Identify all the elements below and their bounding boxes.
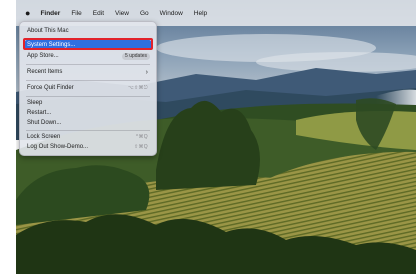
menu-item-shut-down[interactable]: Shut Down... [25, 118, 151, 128]
menu-item-log-out[interactable]: Log Out Show-Demo... ⇧⌘Q [25, 142, 151, 152]
menu-item-label: Recent Items [27, 69, 63, 75]
menu-item-label: Restart... [27, 110, 52, 116]
menu-separator [26, 96, 150, 97]
menu-item-force-quit[interactable]: Force Quit Finder ⌥⇧⌘⎋ [25, 83, 151, 93]
keyboard-shortcut: ⌥⇧⌘⎋ [127, 85, 148, 91]
menu-item-about[interactable]: About This Mac [25, 26, 151, 36]
menu-item-recent-items[interactable]: Recent Items › [25, 67, 151, 77]
desktop-screen: ● Finder File Edit View Go Window Help A… [16, 0, 416, 274]
apple-menu: About This Mac System Settings... App St… [19, 21, 157, 156]
menu-item-lock-screen[interactable]: Lock Screen ^⌘Q [25, 132, 151, 142]
updates-badge: 5 updates [122, 52, 150, 60]
menubar-go[interactable]: Go [140, 10, 149, 17]
annotation-highlight-box [23, 38, 153, 50]
menu-item-label: App Store... [27, 53, 59, 59]
menubar-file[interactable]: File [71, 10, 81, 17]
menu-item-app-store[interactable]: App Store... 5 updates [25, 51, 151, 61]
menubar-help[interactable]: Help [194, 10, 207, 17]
menu-separator [26, 64, 150, 65]
menu-item-restart[interactable]: Restart... [25, 108, 151, 118]
menu-separator [26, 80, 150, 81]
menu-item-label: About This Mac [27, 28, 69, 34]
menubar-edit[interactable]: Edit [93, 10, 104, 17]
apple-logo-icon[interactable]: ● [25, 8, 30, 18]
menubar-view[interactable]: View [115, 10, 129, 17]
keyboard-shortcut: ⇧⌘Q [134, 144, 148, 150]
menubar-app-name[interactable]: Finder [40, 10, 60, 17]
menu-item-sleep[interactable]: Sleep [25, 98, 151, 108]
menu-item-label: Shut Down... [27, 120, 62, 126]
keyboard-shortcut: ^⌘Q [135, 134, 148, 140]
menu-item-label: Sleep [27, 100, 43, 106]
menu-item-label: Log Out Show-Demo... [27, 144, 89, 150]
menu-item-label: Force Quit Finder [27, 85, 74, 91]
menu-separator [26, 130, 150, 131]
chevron-right-icon: › [145, 68, 148, 76]
menu-item-label: Lock Screen [27, 134, 61, 140]
menubar-window[interactable]: Window [160, 10, 183, 17]
